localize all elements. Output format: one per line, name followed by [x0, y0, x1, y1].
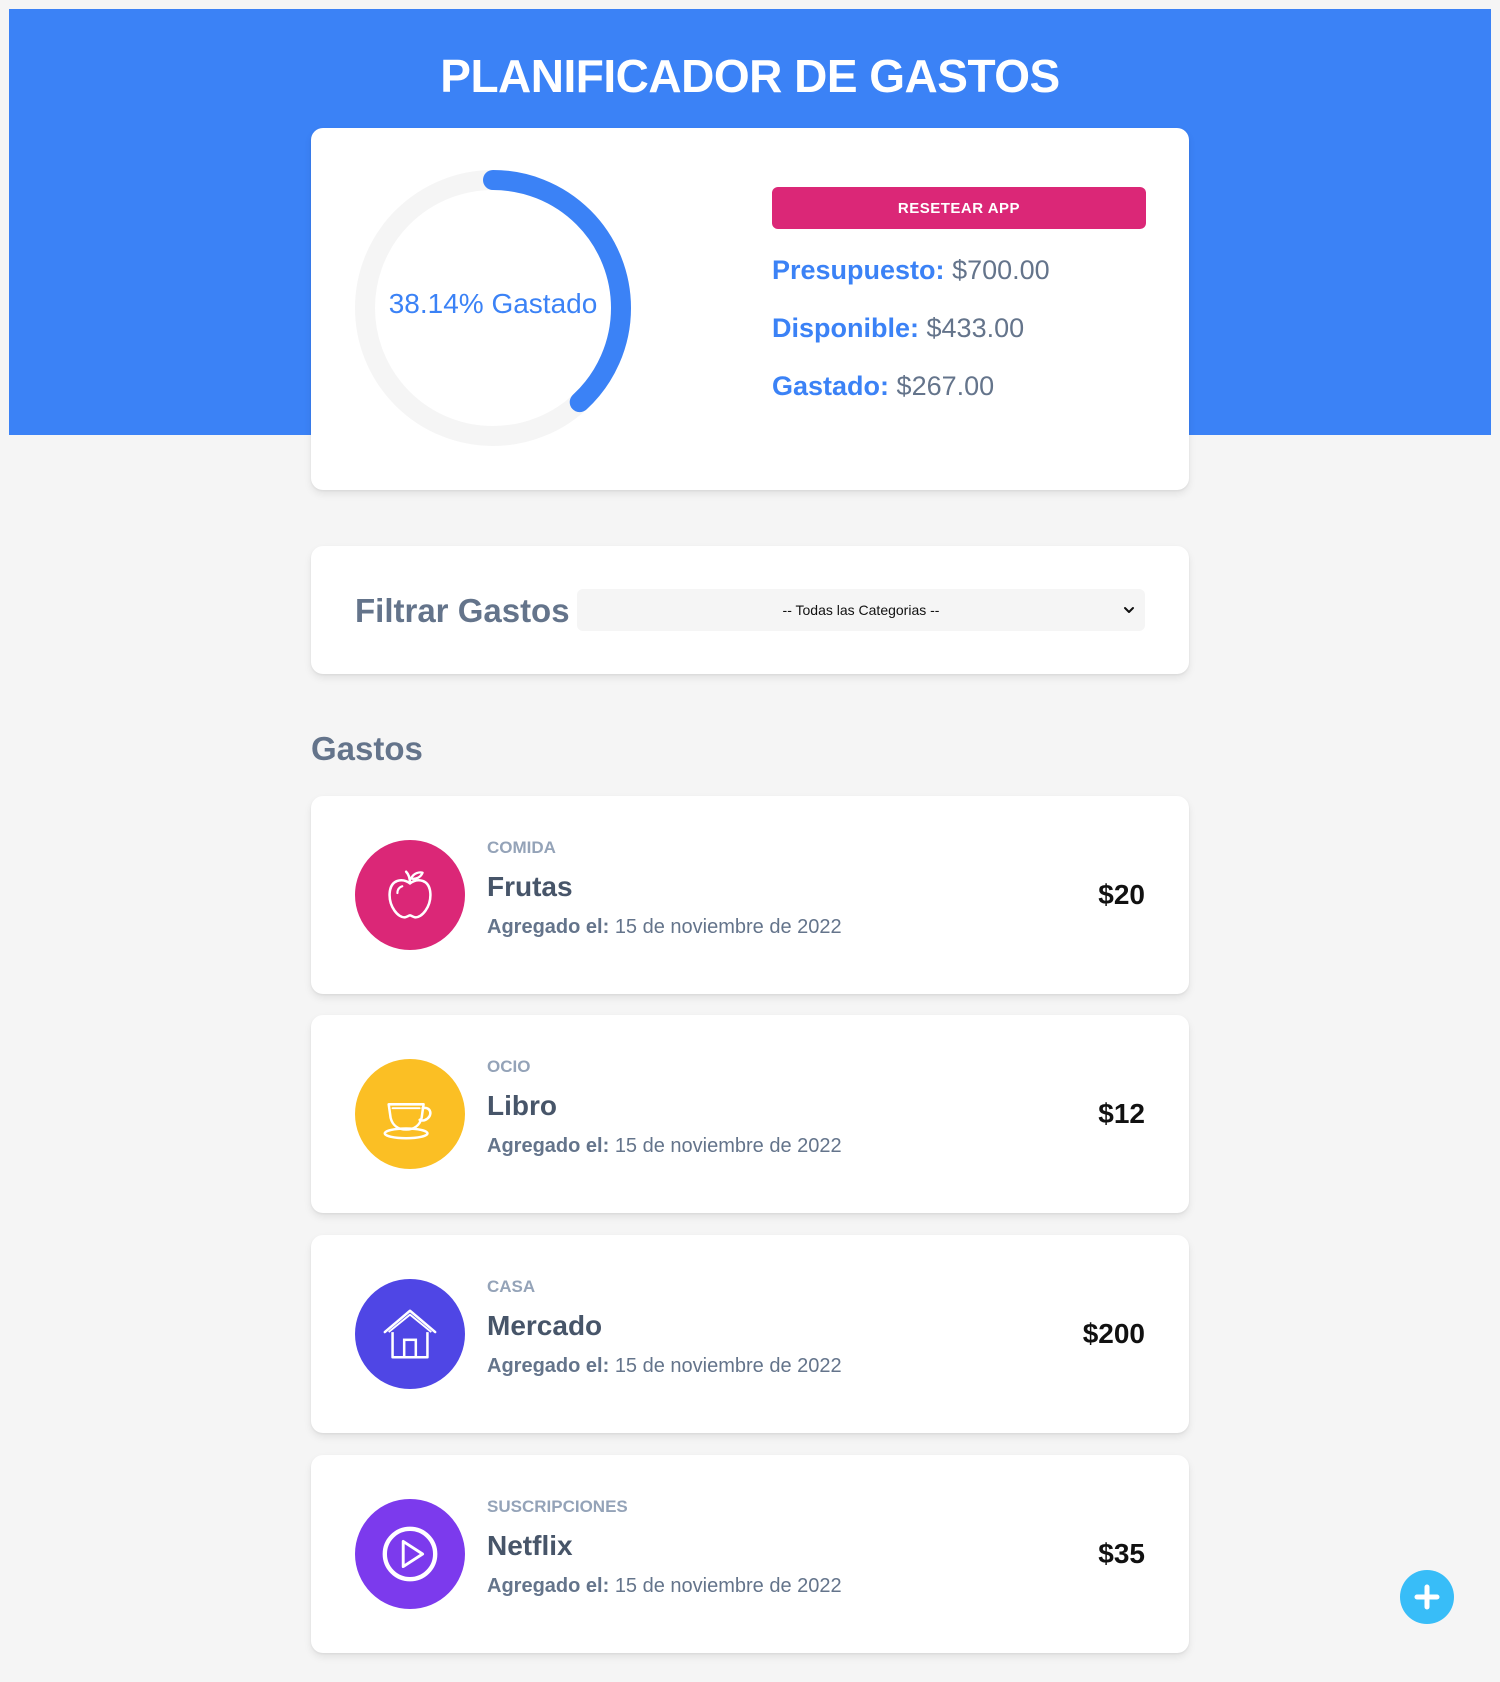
category-filter-select[interactable]: -- Todas las Categorias --: [577, 589, 1145, 631]
category-filter-selected: -- Todas las Categorias --: [782, 602, 940, 618]
expense-date: Agregado el: 15 de noviembre de 2022: [487, 1355, 842, 1378]
budget-stat-label: Presupuesto:: [772, 255, 945, 285]
expense-name: Frutas: [487, 871, 573, 902]
reset-app-button[interactable]: RESETEAR APP: [772, 187, 1146, 229]
plus-icon: [1414, 1584, 1440, 1610]
expense-name: Netflix: [487, 1530, 573, 1561]
expense-category-icon: [355, 1279, 465, 1389]
expense-date: Agregado el: 15 de noviembre de 2022: [487, 1575, 842, 1598]
expense-date-label: Agregado el:: [487, 1135, 610, 1157]
budget-stat-value: $700.00: [952, 255, 1050, 285]
budget-stat: Presupuesto: $700.00: [772, 255, 1050, 286]
filter-card: Filtrar Gastos -- Todas las Categorias -…: [311, 546, 1189, 674]
expense-name: Libro: [487, 1090, 557, 1121]
expense-category: COMIDA: [487, 838, 556, 857]
expense-date-value: 15 de noviembre de 2022: [614, 916, 842, 938]
expense-item[interactable]: COMIDA Frutas Agregado el: 15 de noviemb…: [311, 796, 1189, 994]
spent-gauge: 38.14% Gastado: [355, 170, 631, 446]
expense-category: SUSCRIPCIONES: [487, 1497, 628, 1516]
expense-amount: $12: [1098, 1098, 1145, 1129]
available-stat: Disponible: $433.00: [772, 313, 1024, 344]
teacup-icon: [383, 1103, 432, 1140]
expense-category-icon: [355, 840, 465, 950]
expenses-section-title: Gastos: [311, 730, 423, 767]
spent-stat-label: Gastado:: [772, 371, 890, 401]
expense-date-label: Agregado el:: [487, 1355, 610, 1377]
expense-date: Agregado el: 15 de noviembre de 2022: [487, 916, 842, 939]
expense-amount: $20: [1098, 879, 1145, 910]
expense-date: Agregado el: 15 de noviembre de 2022: [487, 1135, 842, 1157]
spent-stat-value: $267.00: [896, 371, 995, 401]
expense-category: CASA: [487, 1277, 536, 1296]
expense-item[interactable]: OCIO Libro Agregado el: 15 de noviembre …: [311, 1015, 1189, 1213]
expense-item[interactable]: CASA Mercado Agregado el: 15 de noviembr…: [311, 1235, 1189, 1433]
expense-name: Mercado: [487, 1310, 603, 1341]
available-stat-label: Disponible:: [772, 313, 919, 343]
add-expense-button[interactable]: [1400, 1570, 1454, 1624]
expense-category-icon: [355, 1059, 465, 1169]
spent-stat: Gastado: $267.00: [772, 371, 994, 402]
filter-label: Filtrar Gastos: [355, 592, 570, 629]
chevron-down-icon: [1124, 607, 1134, 613]
expense-date-label: Agregado el:: [487, 916, 610, 938]
expense-amount: $35: [1098, 1538, 1145, 1569]
expense-item[interactable]: SUSCRIPCIONES Netflix Agregado el: 15 de…: [311, 1455, 1189, 1653]
budget-card: 38.14% Gastado RESETEAR APP Presupuesto:…: [311, 128, 1189, 490]
app-title: PLANIFICADOR DE GASTOS: [440, 50, 1060, 102]
available-stat-value: $433.00: [926, 313, 1025, 343]
play-icon: [382, 1526, 438, 1582]
expense-category: OCIO: [487, 1057, 531, 1076]
apple-icon: [388, 870, 432, 919]
expense-date-value: 15 de noviembre de 2022: [614, 1575, 842, 1597]
house-icon: [383, 1309, 437, 1359]
expense-date-label: Agregado el:: [487, 1575, 610, 1597]
expense-date-value: 15 de noviembre de 2022: [614, 1135, 842, 1157]
expense-category-icon: [355, 1499, 465, 1609]
gauge-label: 38.14% Gastado: [388, 288, 598, 319]
expense-date-value: 15 de noviembre de 2022: [614, 1355, 842, 1377]
expense-amount: $200: [1082, 1318, 1145, 1349]
